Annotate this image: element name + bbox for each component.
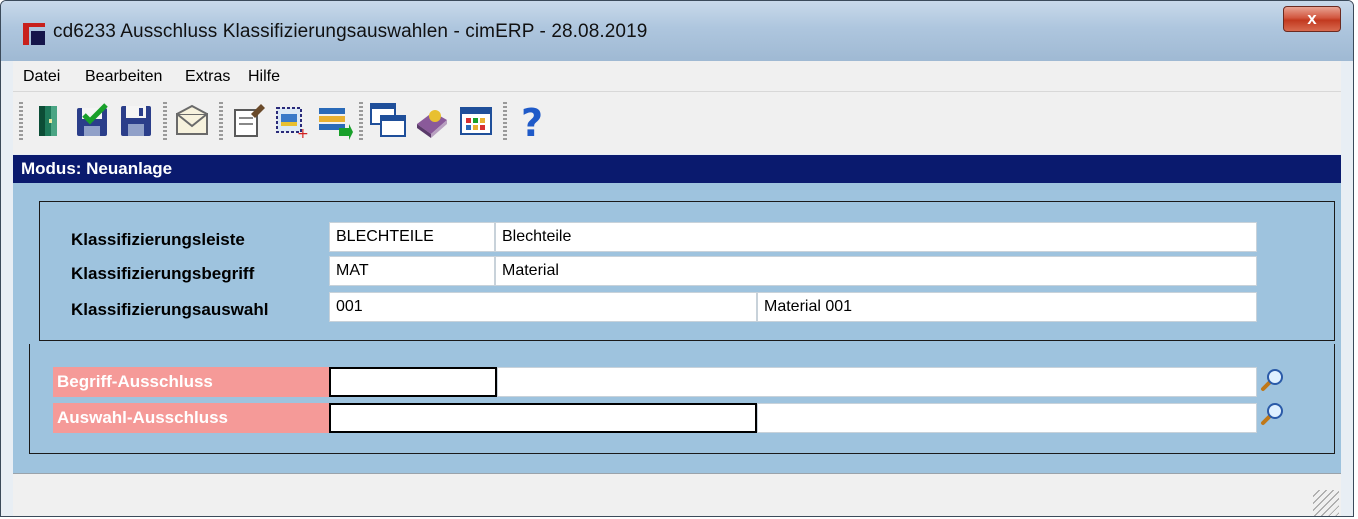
label-klassifizierungsleiste: Klassifizierungsleiste — [71, 230, 245, 249]
auswahl-ausschluss-code-input[interactable] — [329, 403, 757, 433]
toolbar: + ? — [13, 92, 1341, 154]
save-check-icon[interactable] — [73, 102, 111, 140]
status-bar — [13, 473, 1341, 516]
new-record-icon[interactable]: + — [271, 102, 309, 140]
begriff-text-field[interactable]: Material — [495, 256, 1257, 286]
help-question-icon[interactable]: ? — [513, 102, 551, 140]
toolbar-separator — [163, 102, 167, 140]
auswahl-code-field[interactable]: 001 — [329, 292, 757, 322]
windows-cascade-icon[interactable] — [369, 102, 407, 140]
toolbar-grip — [19, 102, 23, 140]
edit-document-icon[interactable] — [229, 102, 267, 140]
application-window: cd6233 Ausschluss Klassifizierungsauswah… — [0, 0, 1354, 517]
table-grid-icon[interactable] — [457, 102, 495, 140]
search-icon[interactable] — [1259, 367, 1285, 393]
menu-bar: Datei Bearbeiten Extras Hilfe — [13, 61, 1341, 92]
auswahl-text-field[interactable]: Material 001 — [757, 292, 1257, 322]
toolbar-separator — [359, 102, 363, 140]
save-disk-icon[interactable] — [117, 102, 155, 140]
begriff-ausschluss-text-field — [497, 367, 1257, 397]
begriff-code-field[interactable]: MAT — [329, 256, 495, 286]
toolbar-separator — [503, 102, 507, 140]
mode-label: Modus: Neuanlage — [21, 159, 173, 178]
mail-envelope-icon[interactable] — [173, 102, 211, 140]
leiste-text-field[interactable]: Blechteile — [495, 222, 1257, 252]
label-begriff-ausschluss: Begriff-Ausschluss — [53, 367, 329, 397]
toolbar-separator — [219, 102, 223, 140]
search-icon[interactable] — [1259, 401, 1285, 427]
label-klassifizierungsauswahl: Klassifizierungsauswahl — [71, 300, 269, 319]
svg-text:?: ? — [521, 102, 543, 140]
menu-datei[interactable]: Datei — [23, 68, 60, 86]
auswahl-ausschluss-text-field — [757, 403, 1257, 433]
menu-bearbeiten[interactable]: Bearbeiten — [85, 68, 162, 86]
menu-extras[interactable]: Extras — [185, 68, 230, 86]
menu-hilfe[interactable]: Hilfe — [248, 68, 280, 86]
list-transfer-icon[interactable] — [315, 102, 353, 140]
label-auswahl-ausschluss: Auswahl-Ausschluss — [53, 403, 329, 433]
begriff-ausschluss-code-input[interactable] — [329, 367, 497, 397]
window-title: cd6233 Ausschluss Klassifizierungsauswah… — [53, 21, 648, 42]
label-klassifizierungsbegriff: Klassifizierungsbegriff — [71, 264, 255, 283]
mode-bar: Modus: Neuanlage — [13, 155, 1341, 183]
leiste-code-field[interactable]: BLECHTEILE — [329, 222, 495, 252]
svg-text:+: + — [297, 126, 309, 140]
app-logo-icon — [23, 23, 45, 45]
exclusion-group — [29, 344, 1335, 454]
book-icon[interactable] — [413, 102, 451, 140]
exit-door-icon[interactable] — [29, 102, 67, 140]
title-bar[interactable]: cd6233 Ausschluss Klassifizierungsauswah… — [1, 1, 1353, 61]
resize-grip-icon[interactable] — [1313, 490, 1339, 516]
close-button[interactable]: x — [1283, 6, 1341, 32]
